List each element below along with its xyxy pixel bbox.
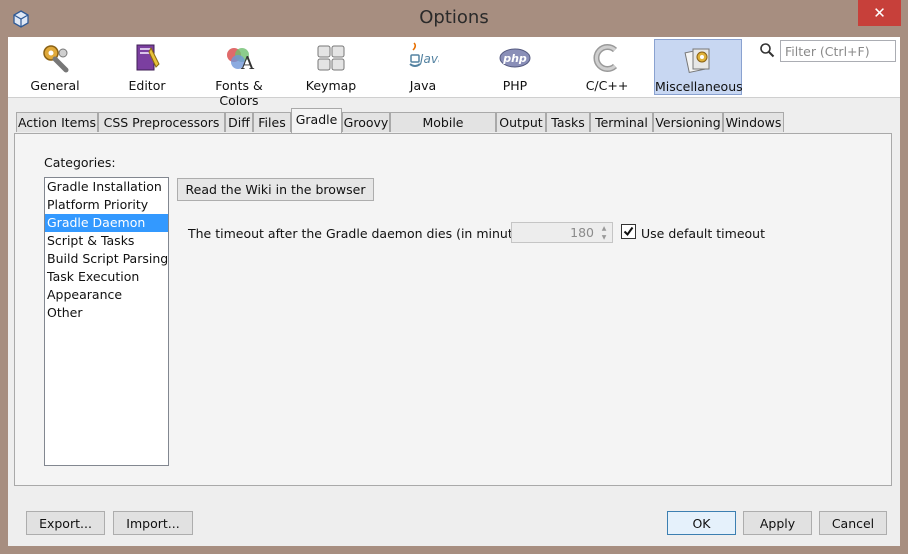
svg-text:A: A (240, 53, 255, 74)
import-button[interactable]: Import... (113, 511, 193, 535)
checkmark-icon (623, 226, 634, 237)
list-item[interactable]: Platform Priority (45, 196, 168, 214)
search-icon (759, 42, 775, 58)
tab-versioning[interactable]: Versioning (653, 112, 723, 132)
options-window: Options ✕ General Editor A Fonts & Color… (0, 0, 908, 554)
close-icon: ✕ (873, 4, 886, 22)
list-item[interactable]: Task Execution (45, 268, 168, 286)
miscellaneous-icon (683, 43, 715, 75)
categories-label: Categories: (44, 155, 116, 170)
read-wiki-button[interactable]: Read the Wiki in the browser (177, 178, 374, 201)
php-logo-text: php (502, 52, 527, 65)
category-label: Keymap (305, 78, 357, 93)
spin-up-icon[interactable]: ▲ (598, 224, 610, 233)
tab-mobile-platforms[interactable]: Mobile Platforms (390, 112, 496, 149)
category-miscellaneous[interactable]: Miscellaneous (654, 39, 743, 95)
category-toolbar: General Editor A Fonts & Colors Keymap J… (8, 37, 900, 108)
java-logo-text: Java (418, 52, 439, 66)
category-label: General (30, 78, 80, 93)
close-button[interactable]: ✕ (858, 0, 901, 26)
filter-search-input[interactable] (780, 40, 896, 62)
keymap-icon (315, 42, 347, 74)
category-java[interactable]: Java Java (379, 39, 467, 95)
category-label: Fonts & Colors (215, 78, 263, 108)
cancel-button[interactable]: Cancel (819, 511, 887, 535)
timeout-label: The timeout after the Gradle daemon dies… (188, 226, 537, 241)
list-item-selected[interactable]: Gradle Daemon (45, 214, 168, 232)
tab-tasks[interactable]: Tasks (546, 112, 590, 132)
spin-down-icon[interactable]: ▼ (598, 233, 610, 242)
list-item[interactable]: Other (45, 304, 168, 322)
categories-list[interactable]: Gradle Installation Platform Priority Gr… (44, 177, 169, 466)
ok-button[interactable]: OK (667, 511, 736, 535)
tab-groovy[interactable]: Groovy (342, 112, 390, 132)
list-item[interactable]: Build Script Parsing (45, 250, 168, 268)
export-button[interactable]: Export... (26, 511, 105, 535)
category-keymap[interactable]: Keymap (287, 39, 375, 95)
fonts-colors-icon: A (223, 42, 255, 74)
tab-action-items[interactable]: Action Items (16, 112, 98, 132)
category-php[interactable]: php PHP (471, 39, 559, 95)
category-cpp[interactable]: C/C++ (563, 39, 651, 95)
category-general[interactable]: General (11, 39, 99, 95)
category-label: C/C++ (585, 78, 629, 93)
use-default-timeout-label: Use default timeout (641, 226, 765, 241)
java-icon: Java (407, 42, 445, 74)
apply-button[interactable]: Apply (743, 511, 812, 535)
list-item[interactable]: Gradle Installation (45, 178, 168, 196)
title-bar[interactable]: Options ✕ (0, 0, 908, 37)
php-icon: php (499, 42, 531, 74)
list-item[interactable]: Appearance (45, 286, 168, 304)
category-label: Editor (128, 78, 166, 93)
tab-terminal[interactable]: Terminal (590, 112, 653, 132)
timeout-value: 180 (570, 225, 594, 240)
cpp-icon (591, 42, 623, 74)
use-default-timeout-checkbox[interactable] (621, 224, 636, 239)
category-editor[interactable]: Editor (103, 39, 191, 95)
category-label: PHP (502, 78, 528, 93)
tab-files[interactable]: Files (253, 112, 291, 132)
category-fonts-colors[interactable]: A Fonts & Colors (195, 39, 283, 108)
timeout-spinner[interactable]: 180 ▲ ▼ (511, 222, 613, 243)
tab-output[interactable]: Output (496, 112, 546, 132)
gradle-settings-panel: Categories: Gradle Installation Platform… (14, 133, 892, 486)
general-icon (39, 42, 71, 74)
category-label: Java (409, 78, 437, 93)
list-item[interactable]: Script & Tasks (45, 232, 168, 250)
tab-gradle[interactable]: Gradle (291, 108, 342, 133)
editor-icon (131, 42, 163, 74)
category-label: Miscellaneous (655, 79, 743, 94)
client-area: General Editor A Fonts & Colors Keymap J… (8, 37, 900, 546)
window-title: Options (419, 7, 489, 28)
tab-diff[interactable]: Diff (225, 112, 253, 132)
tab-windows[interactable]: Windows (723, 112, 784, 132)
tab-css-preprocessors[interactable]: CSS Preprocessors (98, 112, 225, 132)
